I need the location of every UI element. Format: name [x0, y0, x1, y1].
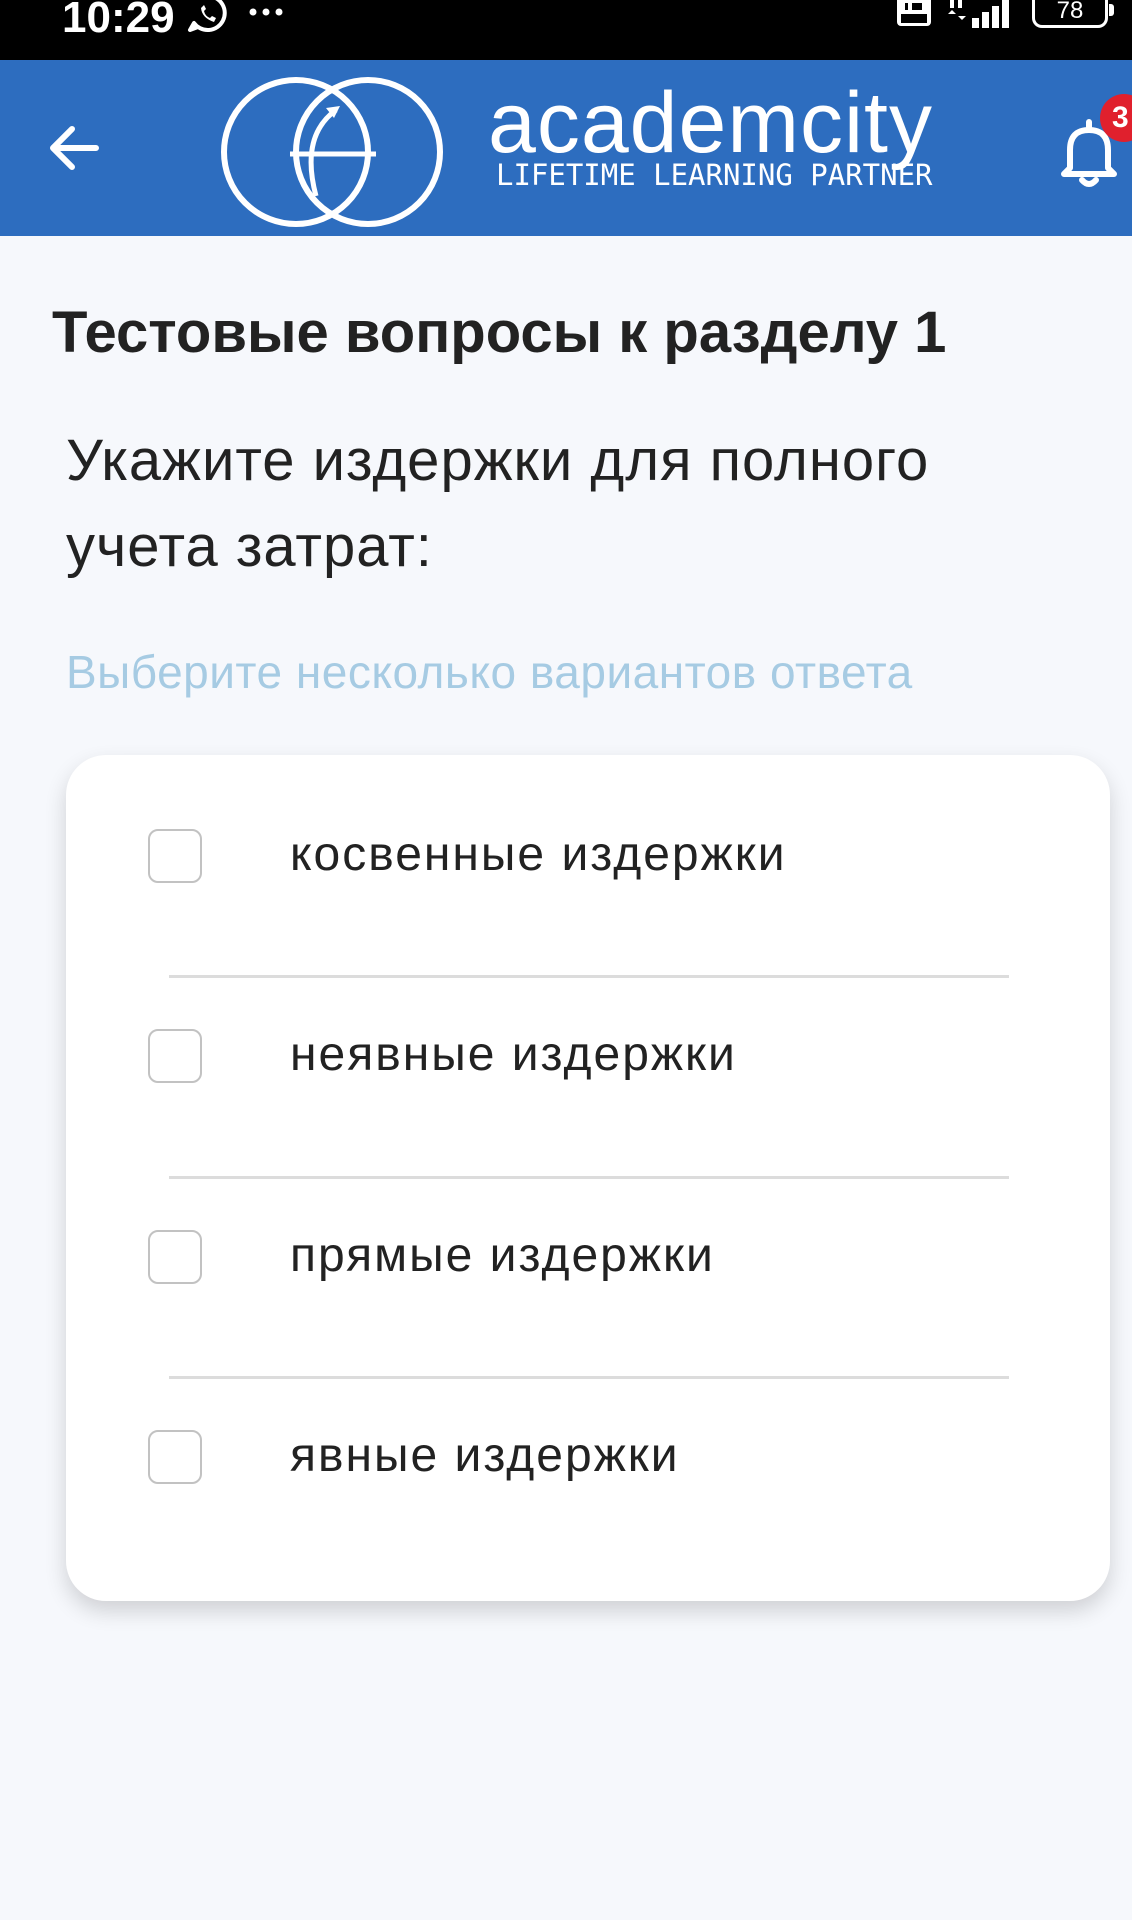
answer-label: неявные издержки — [290, 1028, 737, 1081]
status-time: 10:29 — [62, 0, 175, 42]
answer-checkbox[interactable] — [148, 829, 202, 883]
answer-label: прямые издержки — [290, 1229, 715, 1282]
whatsapp-icon — [188, 0, 227, 32]
answer-label: косвенные издержки — [290, 828, 787, 881]
back-arrow-icon[interactable] — [44, 118, 104, 178]
logo-tagline: LIFETIME LEARNING PARTNER — [496, 158, 933, 192]
status-bar: 10:29 78 — [0, 0, 1132, 60]
answer-hint: Выберите несколько вариантов ответа — [66, 646, 913, 698]
answer-checkbox[interactable] — [148, 1430, 202, 1484]
answer-option[interactable]: прямые издержки — [66, 1156, 1110, 1356]
battery-icon: 78 — [1032, 0, 1114, 28]
answer-option[interactable]: неявные издержки — [66, 955, 1110, 1155]
question-text: Укажите издержки для полного учета затра… — [66, 428, 930, 579]
more-icon — [249, 8, 283, 16]
answer-checkbox[interactable] — [148, 1029, 202, 1083]
answer-option[interactable]: явные издержки — [66, 1356, 1110, 1556]
volte-icon — [897, 0, 931, 26]
logo-wordmark: academcity — [488, 75, 933, 171]
answer-label: явные издержки — [290, 1429, 680, 1482]
signal-4g-icon — [948, 0, 1009, 28]
academcity-logo-icon — [221, 77, 443, 227]
answers-card: косвенные издержки неявные издержки прям… — [66, 755, 1110, 1601]
answer-checkbox[interactable] — [148, 1230, 202, 1284]
app-header: academcity LIFETIME LEARNING PARTNER 3 — [0, 60, 1132, 236]
section-title: Тестовые вопросы к разделу 1 — [52, 300, 947, 365]
answer-option[interactable]: косвенные издержки — [66, 755, 1110, 955]
